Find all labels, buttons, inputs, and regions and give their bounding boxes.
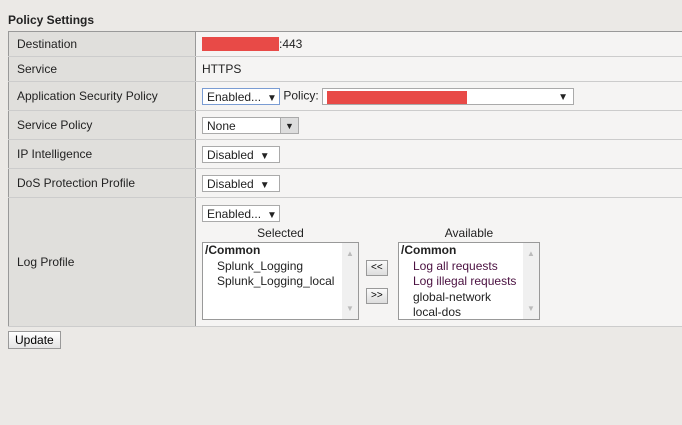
section-title: Policy Settings — [8, 13, 95, 27]
value: Disabled — [207, 176, 254, 191]
dos-select[interactable]: Disabled ▼ — [202, 174, 280, 192]
list-item[interactable]: Splunk_Logging_local — [205, 274, 358, 290]
update-button[interactable]: Update — [8, 331, 61, 349]
row-ip-intelligence: IP Intelligence Disabled ▼ — [8, 139, 682, 169]
asp-select[interactable]: Enabled... ▼ — [202, 87, 280, 105]
label: Application Security Policy — [8, 81, 196, 111]
value: Disabled — [207, 147, 254, 162]
label: Destination — [8, 31, 196, 57]
label: IP Intelligence — [8, 139, 196, 169]
selected-title: Selected — [257, 226, 304, 240]
list-item[interactable]: Splunk_Logging — [205, 259, 358, 275]
policy-settings-table: Destination :443 Service HTTPS Applicati… — [8, 31, 682, 327]
scrollbar[interactable]: ▲ ▼ — [342, 243, 358, 319]
selected-list[interactable]: /Common Splunk_Logging Splunk_Logging_lo… — [202, 242, 359, 320]
label: Service — [8, 56, 196, 82]
value: Enabled... — [207, 207, 262, 221]
row-destination: Destination :443 — [8, 31, 682, 57]
available-title: Available — [444, 226, 494, 240]
chevron-down-icon: ▼ — [267, 92, 277, 104]
chevron-down-icon: ▼ — [280, 117, 298, 133]
available-list[interactable]: /Common Log all requests Log illegal req… — [398, 242, 540, 320]
redacted-policy — [327, 90, 468, 104]
chevron-down-icon: ▼ — [558, 91, 569, 103]
label: Service Policy — [8, 110, 196, 140]
list-item[interactable]: global-network — [401, 290, 539, 306]
log-select[interactable]: Enabled... ▼ — [202, 205, 280, 222]
chevron-down-icon: ▼ — [267, 210, 277, 221]
service-value: HTTPS — [195, 56, 682, 82]
ip-select[interactable]: Disabled ▼ — [202, 145, 280, 163]
list-item[interactable]: local-dos — [401, 305, 539, 321]
chevron-down-icon: ▼ — [259, 150, 270, 162]
list-item[interactable]: Log illegal requests — [401, 274, 539, 290]
list-item[interactable]: Log all requests — [401, 259, 539, 275]
label: DoS Protection Profile — [8, 168, 196, 198]
row-asp: Application Security Policy Enabled... ▼ … — [8, 81, 682, 111]
row-log-profile: Log Profile Enabled... ▼ Selected /Common… — [8, 197, 682, 327]
row-service-policy: Service Policy None ▼ — [8, 110, 682, 140]
value: None — [207, 118, 236, 133]
service-policy-select[interactable]: None ▼ — [202, 116, 299, 134]
add-button[interactable]: << — [366, 260, 388, 276]
row-service: Service HTTPS — [8, 56, 682, 82]
destination-port: :443 — [279, 36, 303, 51]
group: /Common — [401, 243, 457, 257]
remove-button[interactable]: >> — [366, 288, 388, 304]
chevron-down-icon: ▼ — [259, 179, 270, 191]
group: /Common — [205, 243, 261, 257]
scrollbar[interactable]: ▲ ▼ — [523, 243, 539, 319]
row-dos: DoS Protection Profile Disabled ▼ — [8, 168, 682, 198]
policy-label: Policy: — [283, 88, 319, 103]
policy-select[interactable]: ▼ — [322, 87, 575, 105]
label: Log Profile — [8, 197, 196, 327]
redacted-address — [202, 37, 279, 52]
value: Enabled... — [207, 89, 262, 104]
